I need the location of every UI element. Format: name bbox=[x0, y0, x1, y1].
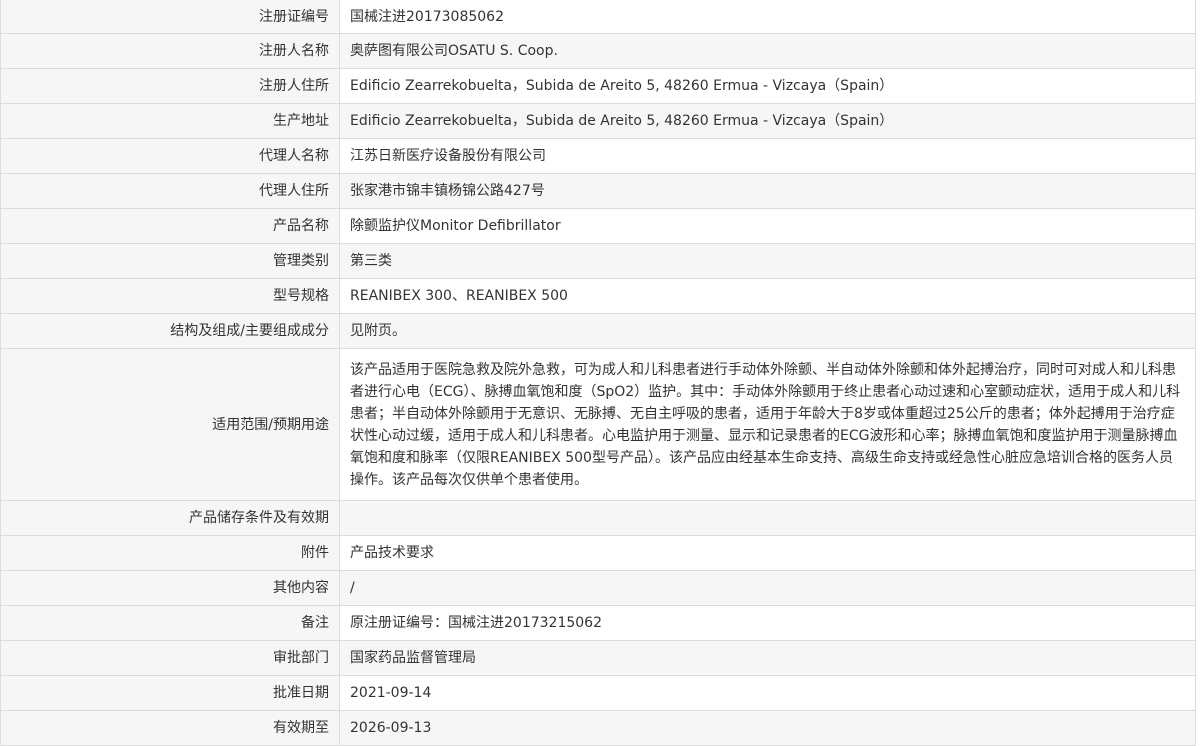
field-label: 注册人名称 bbox=[0, 33, 340, 69]
field-value: 第三类 bbox=[339, 243, 1196, 279]
field-value: 产品技术要求 bbox=[339, 535, 1196, 571]
field-label: 生产地址 bbox=[0, 103, 340, 139]
field-label: 备注 bbox=[0, 605, 340, 641]
field-label: 适用范围/预期用途 bbox=[0, 348, 340, 501]
row-model-spec: 型号规格 REANIBEX 300、REANIBEX 500 bbox=[0, 278, 1196, 314]
row-structure-composition: 结构及组成/主要组成成分 见附页。 bbox=[0, 313, 1196, 349]
field-value bbox=[339, 500, 1196, 536]
row-registrant-name: 注册人名称 奥萨图有限公司OSATU S. Coop. bbox=[0, 33, 1196, 69]
field-value: 2026-09-13 bbox=[339, 710, 1196, 746]
field-label: 型号规格 bbox=[0, 278, 340, 314]
field-label: 代理人名称 bbox=[0, 138, 340, 174]
field-value: 奥萨图有限公司OSATU S. Coop. bbox=[339, 33, 1196, 69]
field-label: 批准日期 bbox=[0, 675, 340, 711]
row-management-category: 管理类别 第三类 bbox=[0, 243, 1196, 279]
field-value: 2021-09-14 bbox=[339, 675, 1196, 711]
row-agent-address: 代理人住所 张家港市锦丰镇杨锦公路427号 bbox=[0, 173, 1196, 209]
field-value: 见附页。 bbox=[339, 313, 1196, 349]
field-label: 代理人住所 bbox=[0, 173, 340, 209]
row-remarks: 备注 原注册证编号：国械注进20173215062 bbox=[0, 605, 1196, 641]
row-intended-use: 适用范围/预期用途 该产品适用于医院急救及院外急救，可为成人和儿科患者进行手动体… bbox=[0, 348, 1196, 501]
field-value: 国家药品监督管理局 bbox=[339, 640, 1196, 676]
field-label: 产品名称 bbox=[0, 208, 340, 244]
row-attachment: 附件 产品技术要求 bbox=[0, 535, 1196, 571]
field-value: 江苏日新医疗设备股份有限公司 bbox=[339, 138, 1196, 174]
field-label: 注册证编号 bbox=[0, 0, 340, 34]
field-label: 注册人住所 bbox=[0, 68, 340, 104]
row-valid-until: 有效期至 2026-09-13 bbox=[0, 710, 1196, 746]
row-product-name: 产品名称 除颤监护仪Monitor Defibrillator bbox=[0, 208, 1196, 244]
field-value: 张家港市锦丰镇杨锦公路427号 bbox=[339, 173, 1196, 209]
field-label: 有效期至 bbox=[0, 710, 340, 746]
row-registration-number: 注册证编号 国械注进20173085062 bbox=[0, 0, 1196, 34]
field-value: 该产品适用于医院急救及院外急救，可为成人和儿科患者进行手动体外除颤、半自动体外除… bbox=[339, 348, 1196, 501]
field-label: 附件 bbox=[0, 535, 340, 571]
field-label: 审批部门 bbox=[0, 640, 340, 676]
field-label: 产品储存条件及有效期 bbox=[0, 500, 340, 536]
row-other-content: 其他内容 / bbox=[0, 570, 1196, 606]
row-production-address: 生产地址 Edificio Zearrekobuelta，Subida de A… bbox=[0, 103, 1196, 139]
row-registrant-address: 注册人住所 Edificio Zearrekobuelta，Subida de … bbox=[0, 68, 1196, 104]
registration-record-table: 注册证编号 国械注进20173085062 注册人名称 奥萨图有限公司OSATU… bbox=[0, 0, 1196, 746]
field-label: 结构及组成/主要组成成分 bbox=[0, 313, 340, 349]
field-value: 国械注进20173085062 bbox=[339, 0, 1196, 34]
field-value: REANIBEX 300、REANIBEX 500 bbox=[339, 278, 1196, 314]
field-label: 管理类别 bbox=[0, 243, 340, 279]
field-label: 其他内容 bbox=[0, 570, 340, 606]
field-value: 除颤监护仪Monitor Defibrillator bbox=[339, 208, 1196, 244]
field-value: Edificio Zearrekobuelta，Subida de Areito… bbox=[339, 68, 1196, 104]
row-storage-conditions: 产品储存条件及有效期 bbox=[0, 500, 1196, 536]
field-value: 原注册证编号：国械注进20173215062 bbox=[339, 605, 1196, 641]
row-approval-department: 审批部门 国家药品监督管理局 bbox=[0, 640, 1196, 676]
field-value: / bbox=[339, 570, 1196, 606]
field-value: Edificio Zearrekobuelta，Subida de Areito… bbox=[339, 103, 1196, 139]
row-agent-name: 代理人名称 江苏日新医疗设备股份有限公司 bbox=[0, 138, 1196, 174]
row-approval-date: 批准日期 2021-09-14 bbox=[0, 675, 1196, 711]
